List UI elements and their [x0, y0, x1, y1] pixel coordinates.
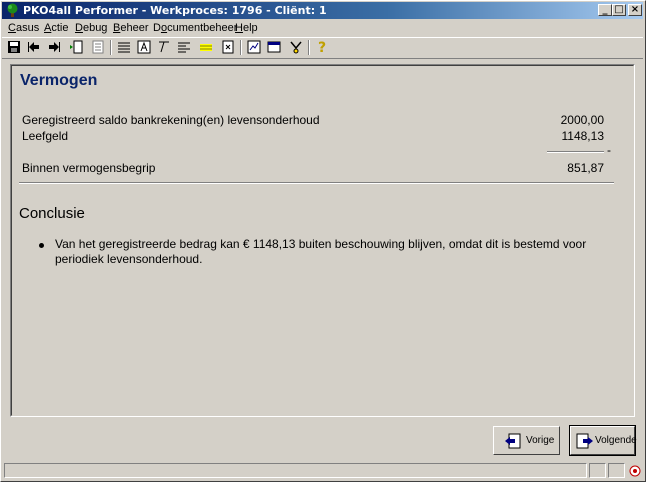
- tools-icon[interactable]: [288, 39, 304, 55]
- menu-beheer[interactable]: Beheer: [113, 21, 148, 35]
- section-divider: [19, 182, 614, 184]
- help-icon[interactable]: ?: [314, 39, 330, 55]
- next-label: Volgende: [595, 435, 637, 446]
- row-value-total: 851,87: [567, 161, 604, 175]
- page-icon[interactable]: [220, 39, 236, 55]
- conclusion-text: Van het geregistreerde bedrag kan € 1148…: [55, 237, 587, 266]
- status-pane-1: [589, 463, 606, 478]
- text-box-icon[interactable]: [136, 39, 152, 55]
- window-icon[interactable]: [266, 39, 282, 55]
- menu-help-label: elp: [242, 22, 258, 34]
- toolbar-separator: [110, 40, 112, 55]
- previous-button[interactable]: Vorige: [493, 426, 560, 455]
- format-icon[interactable]: [156, 39, 172, 55]
- minimize-button[interactable]: _: [598, 4, 612, 16]
- section-heading-vermogen: Vermogen: [20, 72, 98, 89]
- row-value-leefgeld: 1148,13: [561, 129, 605, 143]
- status-pane-main: [4, 463, 587, 478]
- previous-arrow-icon: [504, 433, 522, 452]
- menu-casus[interactable]: Casus: [8, 21, 39, 35]
- minus-operator: -: [607, 143, 611, 157]
- subtotal-divider: [547, 151, 604, 153]
- save-icon[interactable]: [6, 39, 22, 55]
- maximize-button[interactable]: □: [612, 4, 626, 16]
- chart-icon[interactable]: [246, 39, 262, 55]
- bullet-icon: [39, 243, 44, 248]
- menu-help[interactable]: Help: [235, 21, 258, 35]
- toolbar: ?: [2, 37, 643, 59]
- status-bar: [2, 462, 643, 479]
- menu-documentbeheer-label: cumentbeheer: [167, 22, 238, 34]
- toolbar-separator: [308, 40, 310, 55]
- resize-grip-icon[interactable]: [628, 464, 642, 481]
- menu-actie[interactable]: Actie: [44, 21, 68, 35]
- menu-documentbeheer-prefix: D: [153, 22, 161, 34]
- section-heading-conclusie: Conclusie: [19, 205, 85, 222]
- row-label-leefgeld: Leefgeld: [22, 129, 69, 143]
- menu-documentbeheer[interactable]: Documentbeheer: [153, 21, 237, 35]
- menu-debug[interactable]: Debug: [75, 21, 107, 35]
- menu-beheer-label: eheer: [120, 22, 149, 34]
- previous-label: Vorige: [526, 435, 555, 446]
- status-pane-2: [608, 463, 625, 478]
- title-bar[interactable]: PKO4all Performer - Werkproces: 1796 - C…: [2, 2, 643, 19]
- back-icon[interactable]: [26, 39, 42, 55]
- align-left-icon[interactable]: [176, 39, 192, 55]
- menu-debug-label: ebug: [82, 22, 108, 34]
- tree-app-icon: [5, 3, 20, 18]
- numbered-list-icon[interactable]: [116, 39, 132, 55]
- menu-actie-label: ctie: [51, 22, 69, 34]
- forward-icon[interactable]: [46, 39, 62, 55]
- document-insert-icon[interactable]: [68, 39, 84, 55]
- menu-casus-label: asus: [15, 22, 40, 34]
- close-button[interactable]: ×: [628, 4, 642, 16]
- highlight-icon[interactable]: [198, 39, 214, 55]
- toolbar-separator: [240, 40, 242, 55]
- next-button[interactable]: Volgende: [569, 425, 637, 456]
- svg-text:?: ?: [318, 40, 326, 55]
- list-icon[interactable]: [90, 39, 106, 55]
- next-arrow-icon: [576, 433, 594, 452]
- row-value-saldo: 2000,00: [560, 113, 604, 127]
- menu-bar: Casus Actie Debug Beheer Documentbeheer …: [2, 20, 643, 36]
- window-title: PKO4all Performer - Werkproces: 1796 - C…: [23, 4, 327, 17]
- row-label-saldo: Geregistreerd saldo bankrekening(en) lev…: [22, 113, 320, 127]
- row-label-total: Binnen vermogensbegrip: [22, 161, 156, 175]
